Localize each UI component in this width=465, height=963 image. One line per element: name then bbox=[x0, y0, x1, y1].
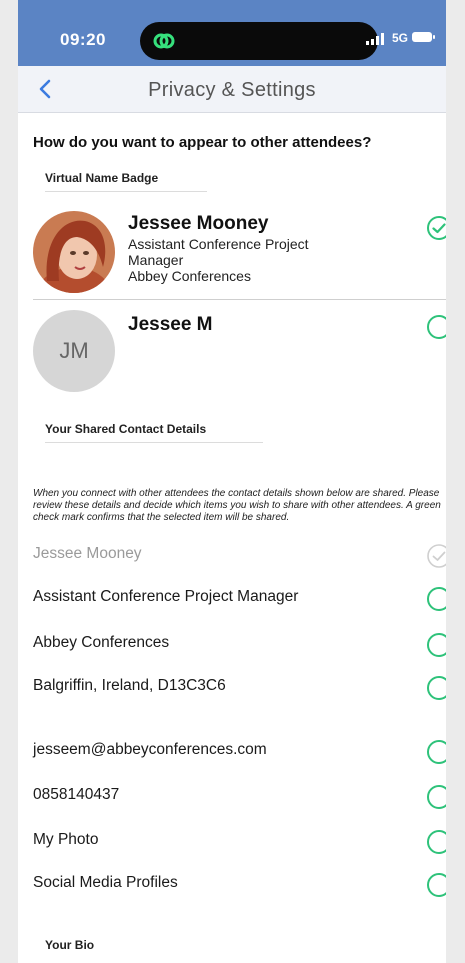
status-time: 09:20 bbox=[60, 30, 106, 49]
badge-divider bbox=[33, 299, 446, 300]
check-circle-empty-icon[interactable] bbox=[426, 586, 446, 612]
badge-option-short[interactable]: JM Jessee M bbox=[18, 306, 446, 392]
check-circle-empty-icon[interactable] bbox=[426, 632, 446, 658]
nav-bar: Privacy & Settings bbox=[18, 66, 446, 113]
phone-screen: 09:20 5G Privacy & Settings How do you w… bbox=[18, 0, 446, 963]
check-circle-empty-icon[interactable] bbox=[426, 675, 446, 701]
detail-label: Assistant Conference Project Manager bbox=[33, 588, 299, 605]
avatar bbox=[33, 211, 115, 293]
detail-row-name: Jessee Mooney bbox=[33, 541, 446, 571]
bio-heading: Your Bio bbox=[45, 938, 95, 952]
shared-contact-intro: When you connect with other attendees th… bbox=[33, 488, 441, 523]
detail-label: Abbey Conferences bbox=[33, 634, 170, 651]
signal-icon bbox=[366, 33, 384, 45]
profile-photo bbox=[33, 211, 115, 293]
badge-option-full[interactable]: Jessee Mooney Assistant Conference Proje… bbox=[18, 204, 446, 298]
appearance-question: How do you want to appear to other atten… bbox=[33, 134, 372, 151]
check-circle-empty-icon[interactable] bbox=[426, 739, 446, 765]
dynamic-island bbox=[140, 22, 378, 60]
detail-label: 0858140437 bbox=[33, 786, 120, 803]
badge-job-title-line1: Assistant Conference Project bbox=[128, 236, 309, 252]
detail-row-company[interactable]: Abbey Conferences bbox=[33, 630, 446, 660]
name-badge-heading: Virtual Name Badge bbox=[45, 171, 207, 192]
app-activity-icon bbox=[153, 33, 175, 49]
detail-row-social[interactable]: Social Media Profiles bbox=[33, 870, 446, 900]
check-circle-selected-icon[interactable] bbox=[426, 215, 446, 241]
check-circle-empty-icon[interactable] bbox=[426, 784, 446, 810]
check-circle-empty-icon[interactable] bbox=[426, 829, 446, 855]
detail-row-address[interactable]: Balgriffin, Ireland, D13C3C6 bbox=[33, 673, 446, 703]
detail-label: My Photo bbox=[33, 831, 99, 848]
network-label: 5G bbox=[392, 31, 409, 45]
shared-contact-heading: Your Shared Contact Details bbox=[45, 422, 263, 443]
detail-row-email[interactable]: jesseem@abbeyconferences.com bbox=[33, 737, 446, 767]
detail-row-job-title[interactable]: Assistant Conference Project Manager bbox=[33, 584, 446, 614]
check-circle-empty-icon[interactable] bbox=[426, 872, 446, 898]
badge-name-full: Jessee Mooney bbox=[128, 213, 269, 234]
avatar-initials: JM bbox=[33, 310, 115, 392]
badge-job-title-line2: Manager bbox=[128, 252, 184, 268]
status-bar: 09:20 5G bbox=[18, 0, 446, 66]
badge-company: Abbey Conferences bbox=[128, 268, 251, 284]
battery-icon bbox=[412, 32, 435, 42]
detail-label: Jessee Mooney bbox=[33, 545, 142, 562]
detail-row-photo[interactable]: My Photo bbox=[33, 827, 446, 857]
check-circle-empty-icon[interactable] bbox=[426, 314, 446, 340]
detail-label: jesseem@abbeyconferences.com bbox=[33, 741, 267, 758]
detail-label: Social Media Profiles bbox=[33, 874, 178, 891]
detail-row-phone[interactable]: 0858140437 bbox=[33, 782, 446, 812]
badge-name-short: Jessee M bbox=[128, 314, 213, 335]
detail-label: Balgriffin, Ireland, D13C3C6 bbox=[33, 677, 226, 694]
check-circle-disabled-icon bbox=[427, 544, 446, 568]
page-title: Privacy & Settings bbox=[148, 79, 316, 101]
